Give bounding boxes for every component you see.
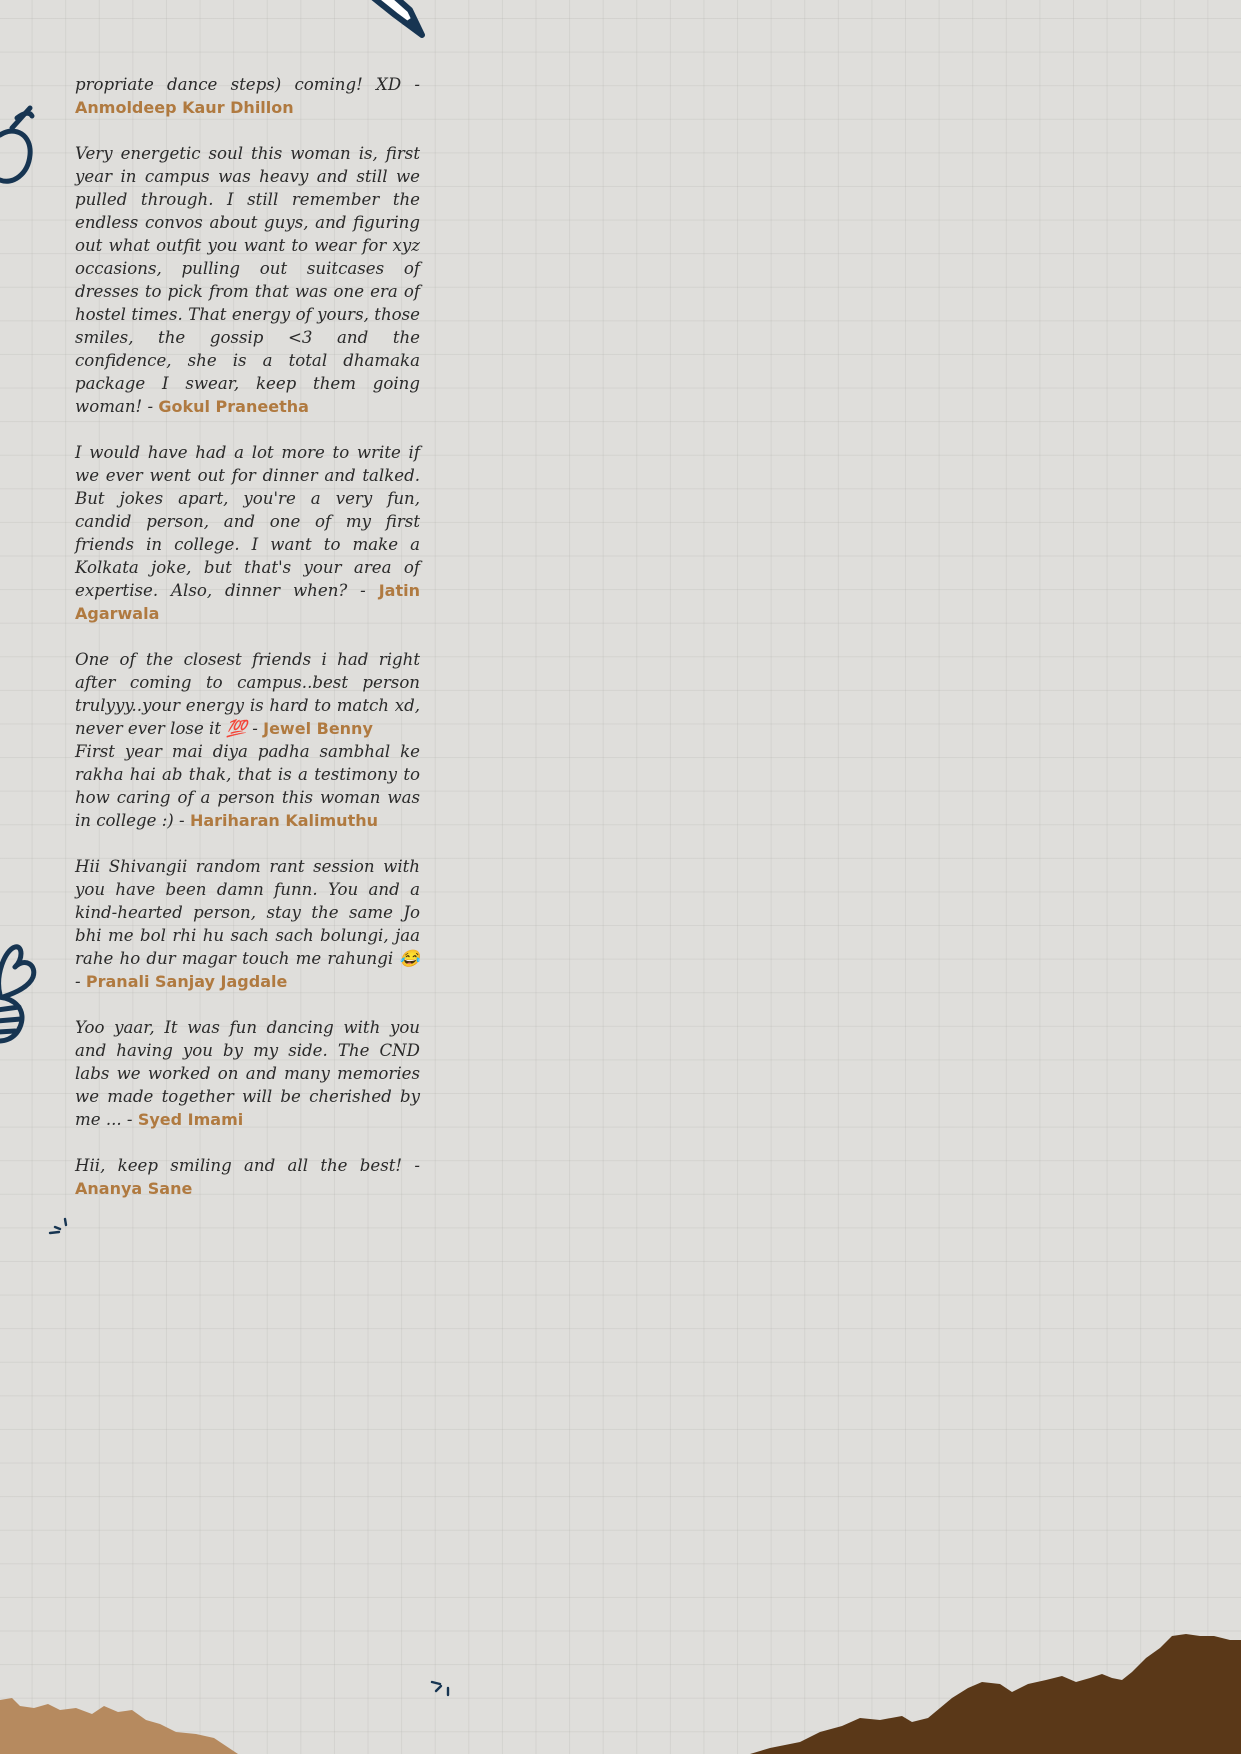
spark-doodle bbox=[48, 1217, 68, 1235]
message-author: Syed Imami bbox=[137, 1110, 244, 1129]
message-text: Hii Shivangii random rant session with y… bbox=[75, 857, 420, 991]
pencil-doodle bbox=[371, 0, 425, 38]
message-author: Pranali Sanjay Jagdale bbox=[85, 972, 288, 991]
message-author: Jewel Benny bbox=[263, 719, 373, 738]
message-text: propriate dance steps) coming! XD - bbox=[75, 75, 420, 94]
apple-doodle bbox=[0, 105, 35, 184]
message-text: Hii, keep smiling and all the best! - bbox=[75, 1156, 420, 1175]
message: One of the closest friends i had right a… bbox=[75, 648, 420, 740]
message: Hii, keep smiling and all the best! - An… bbox=[75, 1154, 420, 1200]
message-author: Hariharan Kalimuthu bbox=[189, 811, 378, 830]
message: propriate dance steps) coming! XD - Anmo… bbox=[75, 73, 420, 119]
message: Yoo yaar, It was fun dancing with you an… bbox=[75, 1016, 420, 1131]
spark-doodle bbox=[430, 1680, 450, 1697]
message-text: Very energetic soul this woman is, first… bbox=[75, 144, 420, 416]
messages-column: propriate dance steps) coming! XD - Anmo… bbox=[75, 73, 420, 1223]
mountain-right bbox=[750, 1634, 1241, 1754]
message: First year mai diya padha sambhal ke rak… bbox=[75, 740, 420, 832]
message-text: Yoo yaar, It was fun dancing with you an… bbox=[75, 1018, 420, 1129]
flower-doodle bbox=[0, 944, 37, 1044]
message: Very energetic soul this woman is, first… bbox=[75, 142, 420, 418]
message-author: Anmoldeep Kaur Dhillon bbox=[75, 98, 294, 117]
message-author: Gokul Praneetha bbox=[158, 397, 309, 416]
scrapbook-page: propriate dance steps) coming! XD - Anmo… bbox=[0, 0, 1241, 1754]
message-text: I would have had a lot more to write if … bbox=[75, 443, 420, 600]
mountain-left bbox=[0, 1698, 238, 1754]
message: Hii Shivangii random rant session with y… bbox=[75, 855, 420, 993]
message-author: Ananya Sane bbox=[75, 1179, 193, 1198]
message: I would have had a lot more to write if … bbox=[75, 441, 420, 625]
